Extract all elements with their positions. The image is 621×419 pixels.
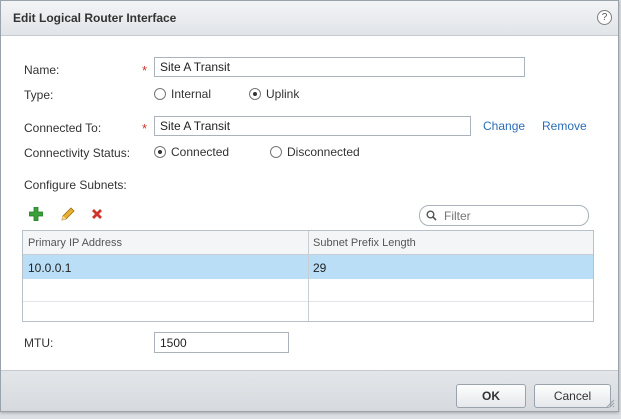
column-divider xyxy=(308,231,309,321)
type-label: Type: xyxy=(24,88,54,102)
mtu-label: MTU: xyxy=(24,336,54,350)
change-link[interactable]: Change xyxy=(483,119,525,133)
type-uplink-radio[interactable]: Uplink xyxy=(249,87,299,101)
cell-primary-ip: 10.0.0.1 xyxy=(28,261,72,275)
type-uplink-radio-circle[interactable] xyxy=(249,88,261,100)
subnets-grid: Primary IP Address Subnet Prefix Length … xyxy=(22,230,594,322)
resize-grip-icon[interactable] xyxy=(606,399,615,408)
dialog-title: Edit Logical Router Interface xyxy=(13,11,177,25)
connectivity-disconnected-radio-circle[interactable] xyxy=(270,146,282,158)
dialog-titlebar: Edit Logical Router Interface ? xyxy=(1,1,618,36)
add-icon[interactable] xyxy=(29,207,43,221)
connectivity-disconnected-label: Disconnected xyxy=(287,145,360,159)
type-internal-radio[interactable]: Internal xyxy=(154,87,211,101)
cancel-button[interactable]: Cancel xyxy=(534,384,611,408)
search-icon xyxy=(426,210,437,221)
connectivity-disconnected-radio[interactable]: Disconnected xyxy=(270,145,360,159)
type-internal-label: Internal xyxy=(171,87,212,101)
type-internal-radio-circle[interactable] xyxy=(154,88,166,100)
connectivity-connected-label: Connected xyxy=(171,145,230,159)
column-header-subnet-prefix[interactable]: Subnet Prefix Length xyxy=(313,237,416,249)
connected-to-input[interactable] xyxy=(154,116,471,136)
connected-to-required-mark: * xyxy=(142,121,148,136)
edit-icon[interactable] xyxy=(60,206,76,222)
name-label: Name: xyxy=(24,63,60,77)
name-input[interactable] xyxy=(154,57,525,77)
name-required-mark: * xyxy=(142,63,148,78)
edit-interface-dialog: Edit Logical Router Interface ? Name: * … xyxy=(0,0,619,412)
column-header-primary-ip[interactable]: Primary IP Address xyxy=(28,237,122,249)
connected-to-label: Connected To: xyxy=(24,121,102,135)
configure-subnets-label: Configure Subnets: xyxy=(24,178,127,192)
cell-subnet-prefix: 29 xyxy=(313,261,327,275)
connectivity-status-label: Connectivity Status: xyxy=(24,146,131,160)
connectivity-connected-radio-circle[interactable] xyxy=(154,146,166,158)
filter-input[interactable] xyxy=(442,208,586,224)
remove-link[interactable]: Remove xyxy=(542,119,587,133)
mtu-input[interactable] xyxy=(154,332,289,353)
filter-box[interactable] xyxy=(419,205,589,226)
ok-button[interactable]: OK xyxy=(456,384,526,408)
type-uplink-label: Uplink xyxy=(266,87,300,101)
delete-icon[interactable] xyxy=(91,208,103,220)
connectivity-connected-radio[interactable]: Connected xyxy=(154,145,229,159)
help-icon[interactable]: ? xyxy=(597,10,612,25)
